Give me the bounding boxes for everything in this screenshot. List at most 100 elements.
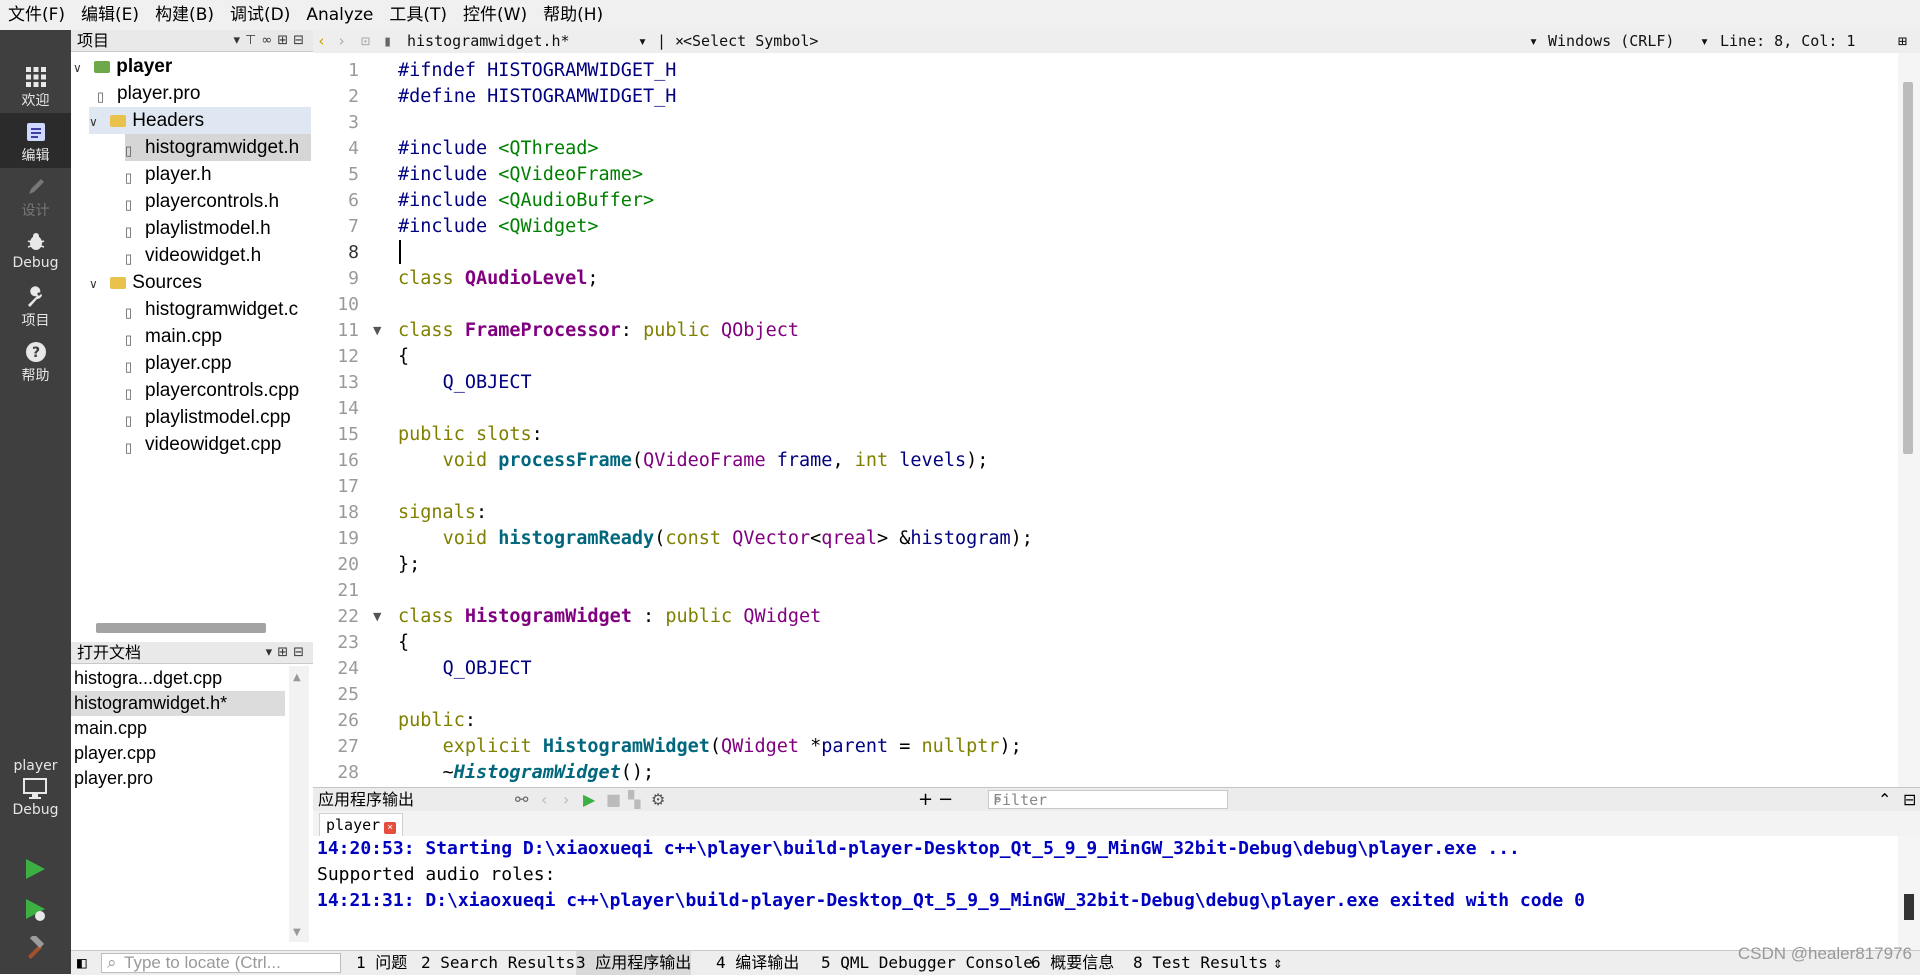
- menu-controls[interactable]: 控件(W): [455, 0, 535, 30]
- code-editor[interactable]: #ifndef HISTOGRAMWIDGET_H #define HISTOG…: [393, 53, 1898, 787]
- tree-item-source[interactable]: ▯ playlistmodel.cpp: [125, 404, 291, 431]
- output-scrollbar-thumb[interactable]: [1904, 894, 1914, 920]
- back-icon[interactable]: ‹: [541, 788, 547, 811]
- expand-arrow-icon[interactable]: ∨: [73, 55, 89, 82]
- menu-help[interactable]: 帮助(H): [535, 0, 611, 30]
- fold-marker-icon[interactable]: ▼: [373, 318, 381, 344]
- tree-item-source[interactable]: ▯ videowidget.cpp: [125, 431, 281, 458]
- expand-arrow-icon[interactable]: ∨: [89, 271, 105, 298]
- forward-icon[interactable]: ›: [337, 30, 346, 53]
- tree-item-header[interactable]: ▯ histogramwidget.h: [125, 134, 311, 161]
- chevron-down-icon[interactable]: ▾: [638, 30, 647, 53]
- more-tabs-icon[interactable]: ⇕: [1273, 951, 1283, 975]
- mode-welcome[interactable]: 欢迎: [0, 58, 71, 113]
- tree-item-source[interactable]: ▯ playercontrols.cpp: [125, 377, 299, 404]
- menu-edit[interactable]: 编辑(E): [73, 0, 147, 30]
- menu-file[interactable]: 文件(F): [0, 0, 73, 30]
- fold-marker-icon[interactable]: ▼: [373, 604, 381, 630]
- status-tab-compile[interactable]: 4 编译输出: [716, 951, 799, 975]
- tree-item-source[interactable]: ▯ player.cpp: [125, 350, 232, 377]
- run-button[interactable]: [22, 856, 48, 882]
- split-icon[interactable]: ⊞: [1898, 30, 1907, 53]
- locator-input[interactable]: ⌕ Type to locate (Ctrl...: [101, 953, 341, 973]
- open-doc-item[interactable]: main.cpp: [71, 716, 285, 741]
- kit-selector[interactable]: player Debug: [0, 758, 71, 818]
- filter-input[interactable]: ⌕ Filter: [988, 790, 1228, 809]
- scroll-up-icon[interactable]: ▲: [293, 672, 301, 683]
- open-doc-item[interactable]: histogra...dget.cpp: [71, 666, 285, 691]
- close-tab-icon[interactable]: ×: [384, 822, 397, 834]
- status-tab-search[interactable]: 2 Search Results: [421, 951, 575, 975]
- output-tab-player[interactable]: player ×: [319, 813, 404, 836]
- filter-icon[interactable]: ⊤: [245, 33, 261, 48]
- debug-run-button[interactable]: [22, 896, 48, 922]
- output-scrollbar[interactable]: [1898, 836, 1920, 950]
- expand-arrow-icon[interactable]: ∨: [89, 109, 105, 136]
- maximize-icon[interactable]: ⌃: [1878, 788, 1891, 811]
- back-icon[interactable]: ‹: [317, 30, 326, 53]
- close-pane-icon[interactable]: ⊟: [1903, 788, 1916, 811]
- current-file[interactable]: histogramwidget.h*: [407, 30, 570, 53]
- open-doc-item[interactable]: histogramwidget.h*: [71, 691, 285, 716]
- status-tab-general[interactable]: 6 概要信息: [1031, 951, 1114, 975]
- tree-item-header[interactable]: ▯ playlistmodel.h: [125, 215, 271, 242]
- menu-build[interactable]: 构建(B): [147, 0, 222, 30]
- tree-item-source[interactable]: ▯ histogramwidget.c: [125, 296, 298, 323]
- mode-edit[interactable]: 编辑: [0, 113, 71, 168]
- open-docs-title[interactable]: 打开文档: [77, 642, 141, 664]
- source-file-icon: ▯: [125, 413, 133, 428]
- tree-scrollbar[interactable]: [96, 623, 266, 633]
- menu-analyze[interactable]: Analyze: [298, 0, 381, 30]
- build-button[interactable]: [22, 933, 48, 962]
- tree-folder-headers[interactable]: ∨ Headers: [89, 107, 311, 134]
- close-icon[interactable]: ⊟: [293, 33, 309, 48]
- split-icon[interactable]: ⊞: [277, 645, 293, 660]
- mode-debug[interactable]: Debug: [0, 223, 71, 278]
- debug-attach-icon[interactable]: ▚: [628, 788, 640, 811]
- symbol-selector[interactable]: <Select Symbol>: [683, 30, 818, 53]
- attach-icon[interactable]: ⚯: [515, 788, 528, 811]
- cursor-position[interactable]: Line: 8, Col: 1: [1720, 30, 1855, 53]
- tree-item-header[interactable]: ▯ videowidget.h: [125, 242, 261, 269]
- tree-item-header[interactable]: ▯ player.h: [125, 161, 212, 188]
- open-doc-item[interactable]: player.cpp: [71, 741, 285, 766]
- mode-design[interactable]: 设计: [0, 168, 71, 223]
- mode-help[interactable]: ? 帮助: [0, 333, 71, 388]
- output-text[interactable]: 14:20:53: Starting D:\xiaoxueqi c++\play…: [313, 836, 1898, 950]
- status-tab-tests[interactable]: 8 Test Results: [1133, 951, 1268, 975]
- menu-tools[interactable]: 工具(T): [381, 0, 455, 30]
- forward-icon[interactable]: ›: [563, 788, 569, 811]
- project-panel-title[interactable]: 项目: [77, 30, 109, 52]
- chevron-down-icon[interactable]: ▾: [1529, 30, 1538, 53]
- stop-icon[interactable]: ■: [606, 788, 621, 811]
- open-doc-item[interactable]: player.pro: [71, 766, 285, 791]
- close-icon[interactable]: ⊟: [293, 645, 309, 660]
- tree-item-pro[interactable]: ▯ player.pro: [97, 80, 200, 107]
- menu-debug[interactable]: 调试(D): [222, 0, 298, 30]
- rerun-icon[interactable]: ▶: [583, 788, 595, 811]
- tree-folder-sources[interactable]: ∨ Sources: [89, 269, 202, 296]
- folder-icon: [110, 277, 127, 289]
- chevron-down-icon[interactable]: ▾: [266, 645, 278, 660]
- link-icon[interactable]: ∞: [261, 33, 277, 48]
- tree-item-source[interactable]: ▯ main.cpp: [125, 323, 222, 350]
- chevron-down-icon[interactable]: ▾: [233, 33, 245, 48]
- status-tab-app-output[interactable]: 3 应用程序输出: [576, 951, 692, 975]
- tree-root[interactable]: ∨ player: [73, 53, 172, 80]
- tree-item-header[interactable]: ▯ playercontrols.h: [125, 188, 279, 215]
- close-doc-icon[interactable]: | ×: [657, 30, 684, 53]
- mode-projects[interactable]: 项目: [0, 278, 71, 333]
- toggle-sidebar-icon[interactable]: ◧: [77, 951, 87, 975]
- split-icon[interactable]: ⊞: [277, 33, 293, 48]
- status-tab-issues[interactable]: 1 问题: [356, 951, 407, 975]
- zoom-in-icon[interactable]: +: [918, 788, 933, 811]
- line-ending-selector[interactable]: Windows (CRLF): [1548, 30, 1674, 53]
- zoom-out-icon[interactable]: −: [938, 788, 953, 811]
- settings-gear-icon[interactable]: ⚙: [651, 788, 665, 811]
- chevron-down-icon[interactable]: ▾: [1700, 30, 1709, 53]
- editor-scrollbar-thumb[interactable]: [1903, 82, 1913, 454]
- scroll-down-icon[interactable]: ▼: [293, 927, 301, 938]
- open-docs-scrollbar[interactable]: ▲ ▼: [289, 666, 309, 942]
- status-tab-qml-debugger[interactable]: 5 QML Debugger Console: [821, 951, 1033, 975]
- output-pane-title[interactable]: 应用程序输出: [318, 788, 414, 811]
